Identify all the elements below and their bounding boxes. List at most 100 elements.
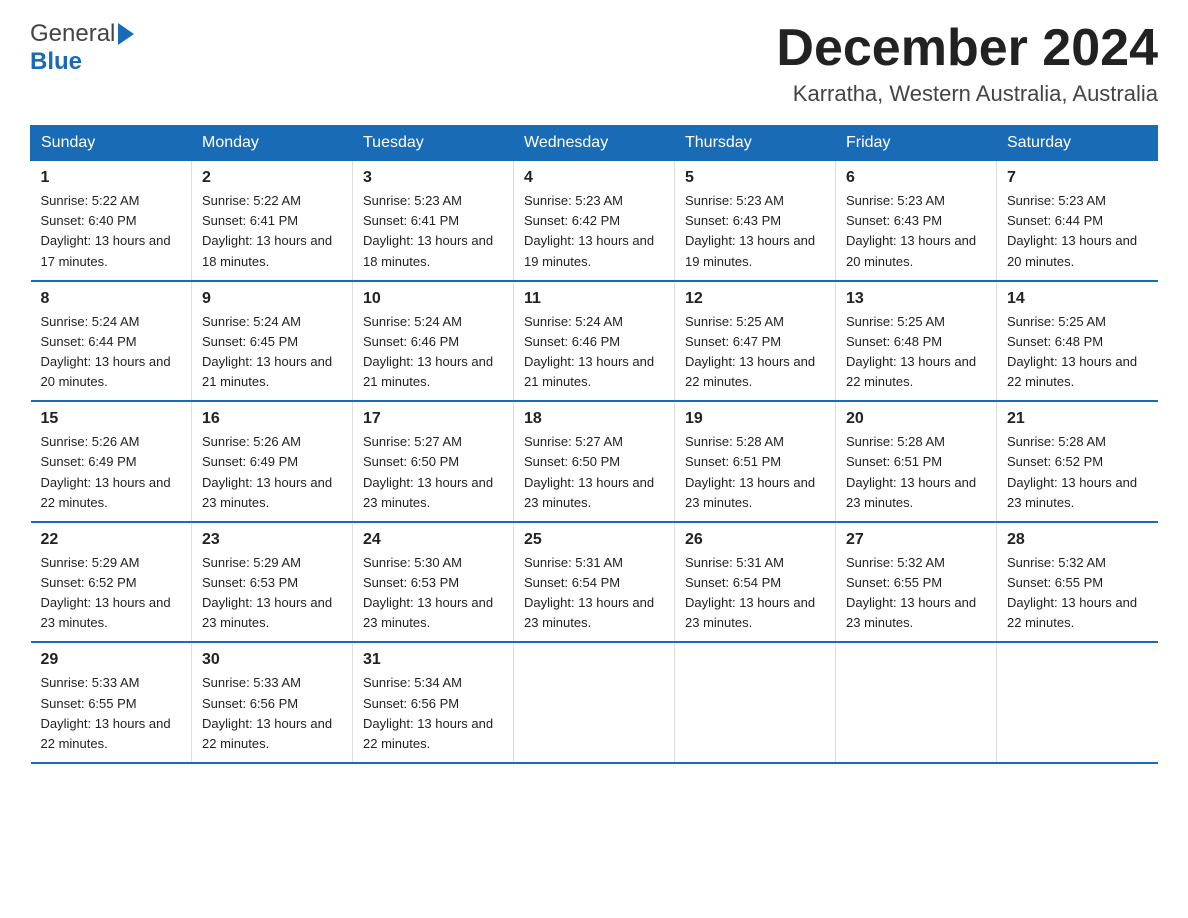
day-number: 15	[41, 410, 182, 428]
week-row-5: 29 Sunrise: 5:33 AMSunset: 6:55 PMDaylig…	[31, 642, 1158, 763]
day-number: 25	[524, 531, 664, 549]
calendar-cell: 13 Sunrise: 5:25 AMSunset: 6:48 PMDaylig…	[836, 281, 997, 402]
calendar-cell: 11 Sunrise: 5:24 AMSunset: 6:46 PMDaylig…	[514, 281, 675, 402]
day-info: Sunrise: 5:28 AMSunset: 6:51 PMDaylight:…	[685, 432, 825, 513]
calendar-cell: 1 Sunrise: 5:22 AMSunset: 6:40 PMDayligh…	[31, 161, 192, 281]
day-number: 6	[846, 169, 986, 187]
day-info: Sunrise: 5:31 AMSunset: 6:54 PMDaylight:…	[524, 553, 664, 634]
day-info: Sunrise: 5:34 AMSunset: 6:56 PMDaylight:…	[363, 673, 503, 754]
day-number: 21	[1007, 410, 1148, 428]
calendar-cell: 12 Sunrise: 5:25 AMSunset: 6:47 PMDaylig…	[675, 281, 836, 402]
calendar-cell: 5 Sunrise: 5:23 AMSunset: 6:43 PMDayligh…	[675, 161, 836, 281]
day-info: Sunrise: 5:28 AMSunset: 6:51 PMDaylight:…	[846, 432, 986, 513]
calendar-cell: 31 Sunrise: 5:34 AMSunset: 6:56 PMDaylig…	[353, 642, 514, 763]
day-info: Sunrise: 5:25 AMSunset: 6:48 PMDaylight:…	[846, 312, 986, 393]
day-info: Sunrise: 5:29 AMSunset: 6:52 PMDaylight:…	[41, 553, 182, 634]
calendar-cell: 26 Sunrise: 5:31 AMSunset: 6:54 PMDaylig…	[675, 522, 836, 643]
calendar-cell: 18 Sunrise: 5:27 AMSunset: 6:50 PMDaylig…	[514, 401, 675, 522]
calendar-cell: 21 Sunrise: 5:28 AMSunset: 6:52 PMDaylig…	[997, 401, 1158, 522]
day-info: Sunrise: 5:33 AMSunset: 6:56 PMDaylight:…	[202, 673, 342, 754]
day-number: 4	[524, 169, 664, 187]
calendar-cell: 3 Sunrise: 5:23 AMSunset: 6:41 PMDayligh…	[353, 161, 514, 281]
day-info: Sunrise: 5:23 AMSunset: 6:43 PMDaylight:…	[685, 191, 825, 272]
day-number: 26	[685, 531, 825, 549]
location-title: Karratha, Western Australia, Australia	[776, 81, 1158, 107]
day-number: 3	[363, 169, 503, 187]
calendar-cell: 24 Sunrise: 5:30 AMSunset: 6:53 PMDaylig…	[353, 522, 514, 643]
day-number: 13	[846, 290, 986, 308]
calendar-cell: 30 Sunrise: 5:33 AMSunset: 6:56 PMDaylig…	[192, 642, 353, 763]
day-number: 14	[1007, 290, 1148, 308]
logo-arrow-icon	[118, 23, 134, 45]
calendar-cell: 9 Sunrise: 5:24 AMSunset: 6:45 PMDayligh…	[192, 281, 353, 402]
day-number: 2	[202, 169, 342, 187]
calendar-cell	[997, 642, 1158, 763]
weekday-header-sunday: Sunday	[31, 126, 192, 161]
day-number: 7	[1007, 169, 1148, 187]
logo-blue-text: Blue	[30, 48, 82, 75]
weekday-header-friday: Friday	[836, 126, 997, 161]
weekday-header-monday: Monday	[192, 126, 353, 161]
day-number: 24	[363, 531, 503, 549]
day-number: 11	[524, 290, 664, 308]
day-info: Sunrise: 5:26 AMSunset: 6:49 PMDaylight:…	[202, 432, 342, 513]
day-info: Sunrise: 5:30 AMSunset: 6:53 PMDaylight:…	[363, 553, 503, 634]
page-header: General Blue December 2024 Karratha, Wes…	[30, 20, 1158, 107]
calendar-cell	[514, 642, 675, 763]
day-number: 27	[846, 531, 986, 549]
day-info: Sunrise: 5:27 AMSunset: 6:50 PMDaylight:…	[363, 432, 503, 513]
week-row-1: 1 Sunrise: 5:22 AMSunset: 6:40 PMDayligh…	[31, 161, 1158, 281]
day-info: Sunrise: 5:31 AMSunset: 6:54 PMDaylight:…	[685, 553, 825, 634]
calendar-cell: 22 Sunrise: 5:29 AMSunset: 6:52 PMDaylig…	[31, 522, 192, 643]
calendar-cell: 23 Sunrise: 5:29 AMSunset: 6:53 PMDaylig…	[192, 522, 353, 643]
day-info: Sunrise: 5:29 AMSunset: 6:53 PMDaylight:…	[202, 553, 342, 634]
calendar-cell: 19 Sunrise: 5:28 AMSunset: 6:51 PMDaylig…	[675, 401, 836, 522]
calendar-table: SundayMondayTuesdayWednesdayThursdayFrid…	[30, 125, 1158, 764]
day-number: 28	[1007, 531, 1148, 549]
day-info: Sunrise: 5:28 AMSunset: 6:52 PMDaylight:…	[1007, 432, 1148, 513]
calendar-cell: 25 Sunrise: 5:31 AMSunset: 6:54 PMDaylig…	[514, 522, 675, 643]
day-info: Sunrise: 5:32 AMSunset: 6:55 PMDaylight:…	[1007, 553, 1148, 634]
day-info: Sunrise: 5:25 AMSunset: 6:47 PMDaylight:…	[685, 312, 825, 393]
calendar-cell: 2 Sunrise: 5:22 AMSunset: 6:41 PMDayligh…	[192, 161, 353, 281]
weekday-header-thursday: Thursday	[675, 126, 836, 161]
day-number: 1	[41, 169, 182, 187]
day-number: 23	[202, 531, 342, 549]
day-number: 17	[363, 410, 503, 428]
calendar-cell: 4 Sunrise: 5:23 AMSunset: 6:42 PMDayligh…	[514, 161, 675, 281]
day-number: 19	[685, 410, 825, 428]
day-number: 16	[202, 410, 342, 428]
day-number: 12	[685, 290, 825, 308]
month-title: December 2024	[776, 20, 1158, 77]
calendar-cell: 28 Sunrise: 5:32 AMSunset: 6:55 PMDaylig…	[997, 522, 1158, 643]
calendar-cell: 29 Sunrise: 5:33 AMSunset: 6:55 PMDaylig…	[31, 642, 192, 763]
title-block: December 2024 Karratha, Western Australi…	[776, 20, 1158, 107]
day-info: Sunrise: 5:27 AMSunset: 6:50 PMDaylight:…	[524, 432, 664, 513]
week-row-3: 15 Sunrise: 5:26 AMSunset: 6:49 PMDaylig…	[31, 401, 1158, 522]
calendar-cell: 15 Sunrise: 5:26 AMSunset: 6:49 PMDaylig…	[31, 401, 192, 522]
logo: General Blue	[30, 20, 134, 76]
logo-general-text: General	[30, 20, 115, 48]
calendar-cell: 27 Sunrise: 5:32 AMSunset: 6:55 PMDaylig…	[836, 522, 997, 643]
weekday-header-wednesday: Wednesday	[514, 126, 675, 161]
weekday-header-saturday: Saturday	[997, 126, 1158, 161]
calendar-cell: 7 Sunrise: 5:23 AMSunset: 6:44 PMDayligh…	[997, 161, 1158, 281]
calendar-cell: 16 Sunrise: 5:26 AMSunset: 6:49 PMDaylig…	[192, 401, 353, 522]
day-info: Sunrise: 5:24 AMSunset: 6:44 PMDaylight:…	[41, 312, 182, 393]
week-row-2: 8 Sunrise: 5:24 AMSunset: 6:44 PMDayligh…	[31, 281, 1158, 402]
weekday-header-row: SundayMondayTuesdayWednesdayThursdayFrid…	[31, 126, 1158, 161]
calendar-cell: 8 Sunrise: 5:24 AMSunset: 6:44 PMDayligh…	[31, 281, 192, 402]
week-row-4: 22 Sunrise: 5:29 AMSunset: 6:52 PMDaylig…	[31, 522, 1158, 643]
day-info: Sunrise: 5:23 AMSunset: 6:44 PMDaylight:…	[1007, 191, 1148, 272]
day-info: Sunrise: 5:33 AMSunset: 6:55 PMDaylight:…	[41, 673, 182, 754]
day-number: 10	[363, 290, 503, 308]
calendar-cell	[836, 642, 997, 763]
day-number: 8	[41, 290, 182, 308]
day-number: 18	[524, 410, 664, 428]
day-number: 5	[685, 169, 825, 187]
calendar-cell: 10 Sunrise: 5:24 AMSunset: 6:46 PMDaylig…	[353, 281, 514, 402]
day-info: Sunrise: 5:24 AMSunset: 6:46 PMDaylight:…	[524, 312, 664, 393]
day-info: Sunrise: 5:24 AMSunset: 6:46 PMDaylight:…	[363, 312, 503, 393]
day-number: 31	[363, 651, 503, 669]
calendar-cell: 6 Sunrise: 5:23 AMSunset: 6:43 PMDayligh…	[836, 161, 997, 281]
